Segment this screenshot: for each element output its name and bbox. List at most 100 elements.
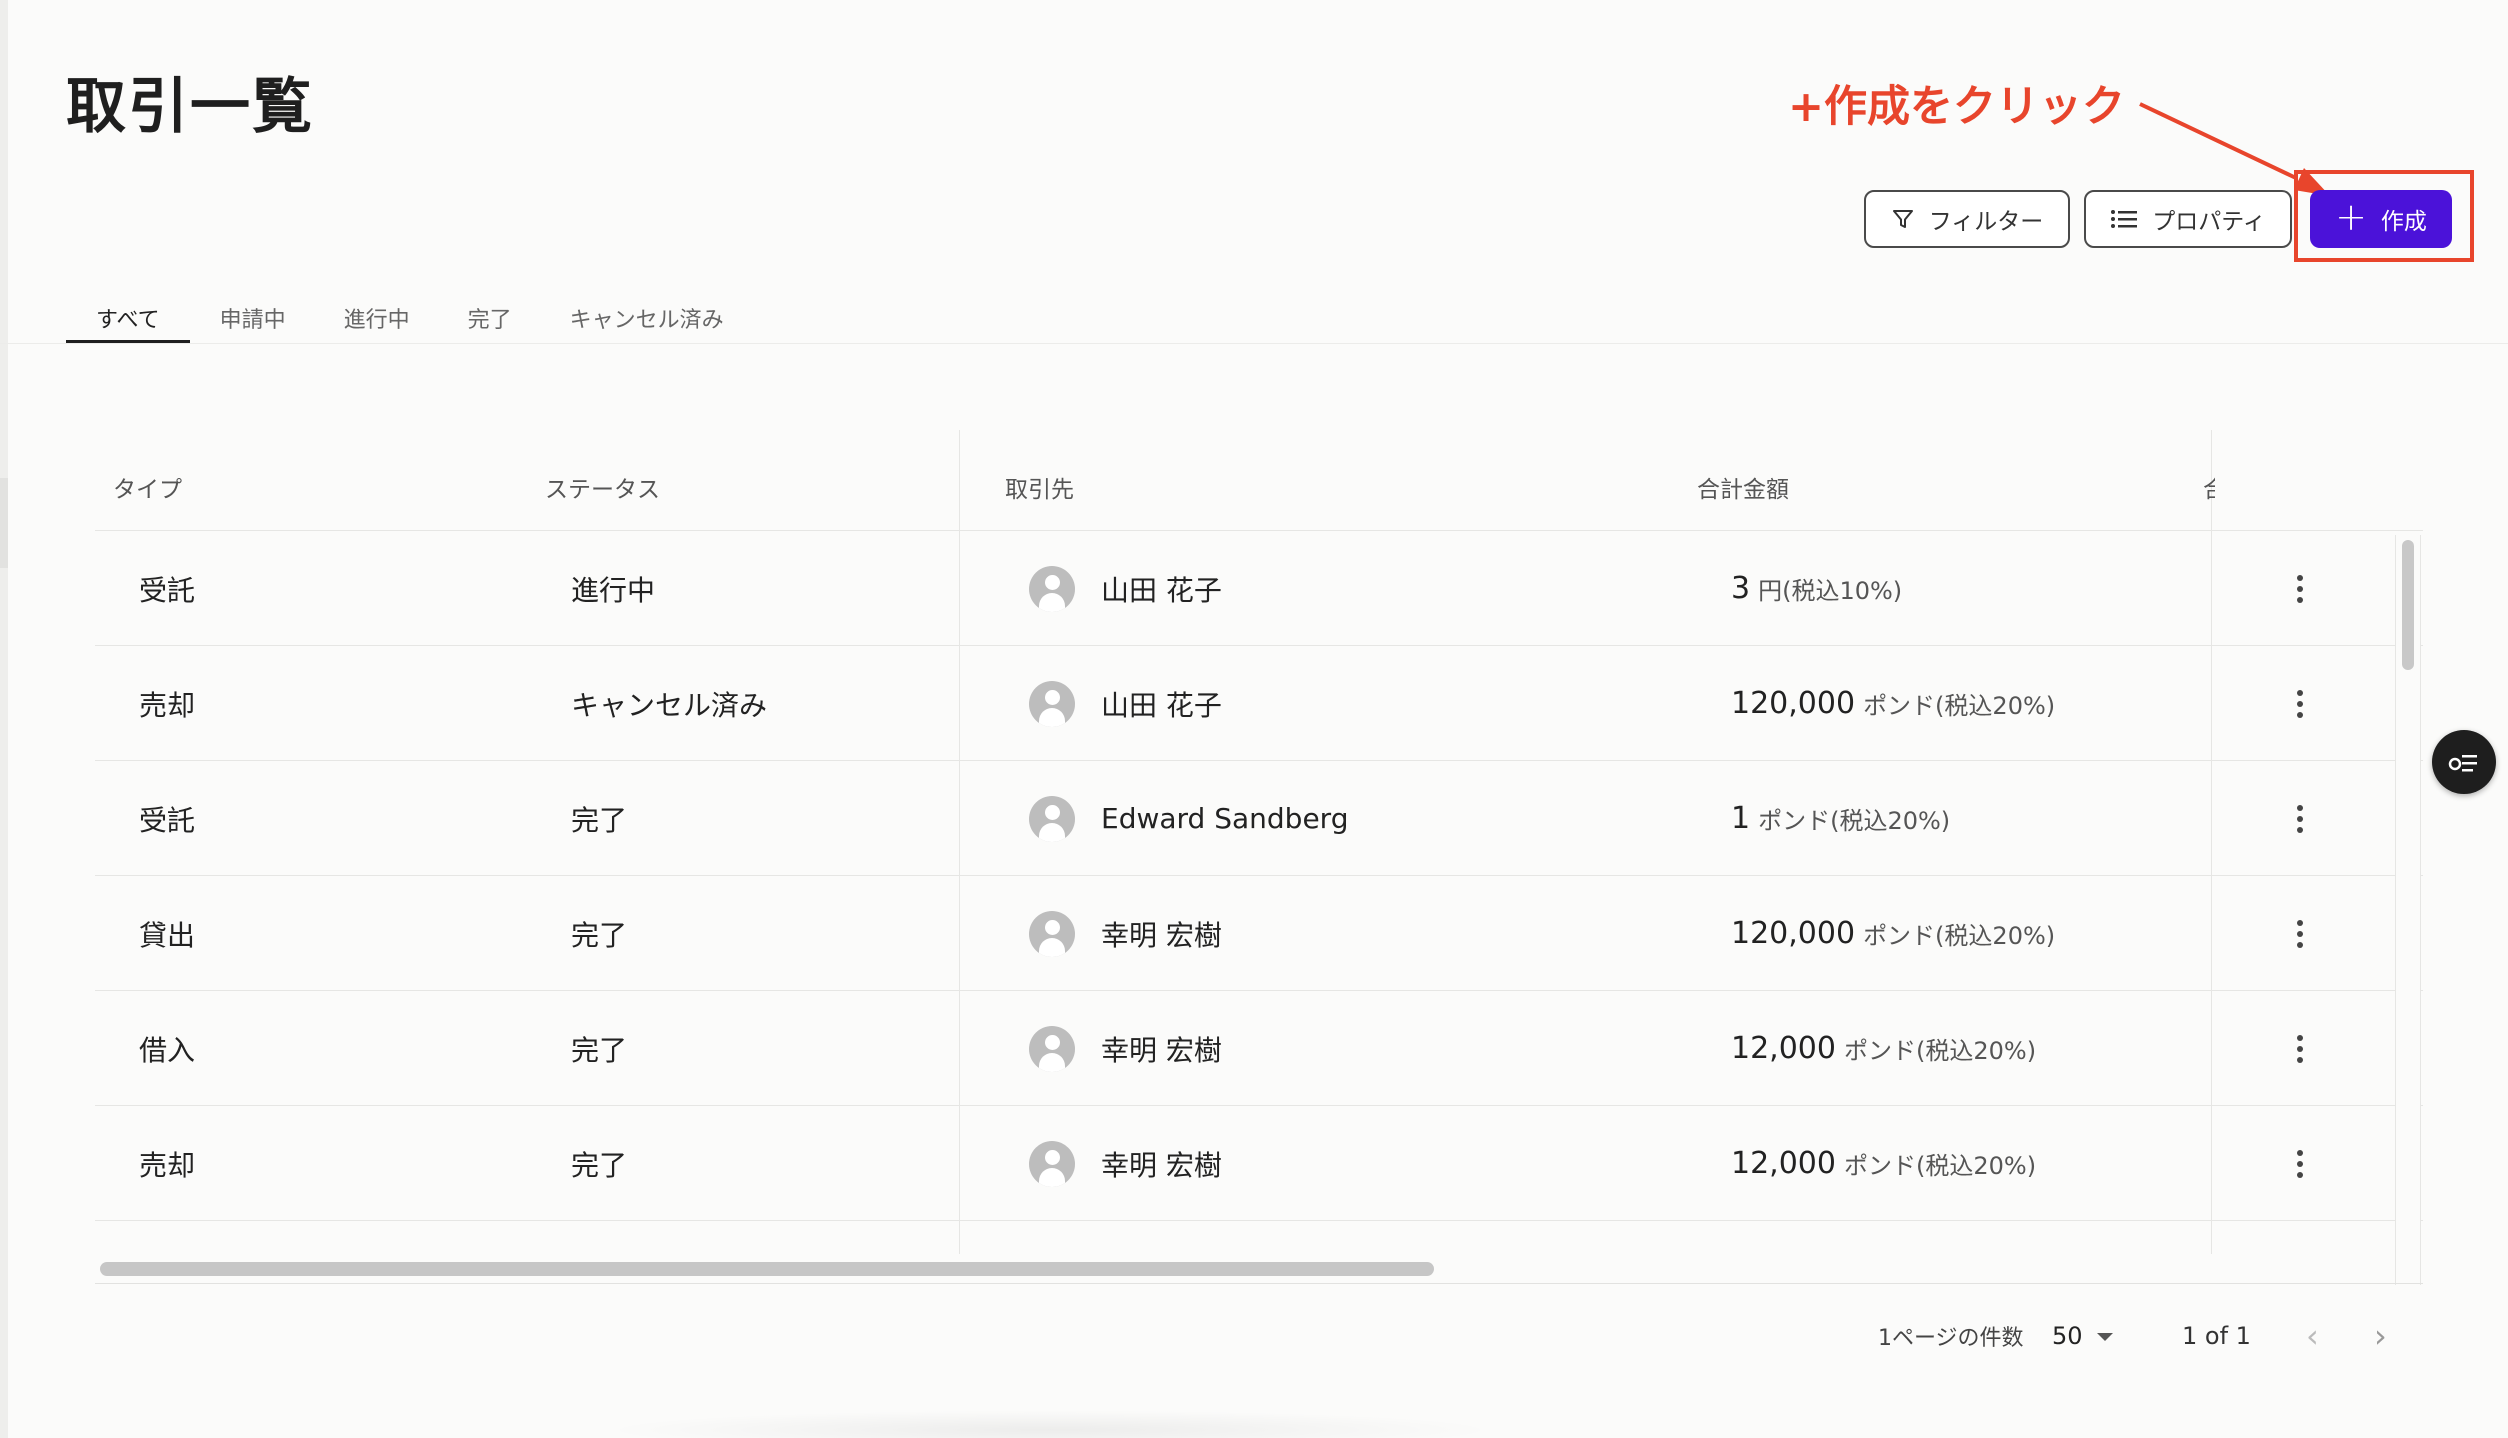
amount-value: 12,000 [1731,1146,1836,1181]
list-icon [2111,210,2138,228]
amount-value: 120,000 [1731,686,1856,721]
row-menu-button[interactable] [2285,991,2315,1106]
properties-button[interactable]: プロパティ [2084,190,2292,248]
amount-value: 120,000 [1731,916,1856,951]
left-edge [0,0,8,1438]
rows-per-page-value: 50 [2052,1322,2083,1350]
tab-pending[interactable]: 申請中 [220,298,286,344]
amount-value: 1 [1731,801,1751,836]
tab-completed[interactable]: 完了 [468,298,512,344]
amount-unit: ポンド(税込20%) [1758,807,1951,835]
row-menu-button[interactable] [2285,876,2315,991]
vertical-scrollbar-thumb[interactable] [2402,540,2414,670]
more-vert-icon [2297,1034,2303,1063]
table-bottom-border [95,1283,2423,1284]
avatar [1029,910,1075,957]
tab-cancelled[interactable]: キャンセル済み [570,298,724,344]
partner-cell: 山田 花子 [1029,646,1222,761]
tab-in-progress[interactable]: 進行中 [344,298,410,344]
rows-per-page-select[interactable]: 50 [2052,1316,2113,1356]
amount-cell: 12,000 ポンド(税込20%) [1731,1106,2036,1221]
header-partner[interactable]: 取引先 [1005,470,1074,504]
header-truncated[interactable]: 合 [2203,470,2215,504]
table-row[interactable]: 売却 キャンセル済み 山田 花子 120,000 ポンド(税込20%) [95,646,2423,761]
table-row[interactable]: 貸出 完了 幸明 宏樹 120,000 ポンド(税込20%) [95,876,2423,991]
partner-cell: 幸明 宏樹 [1029,991,1222,1106]
amount-unit: ポンド(税込20%) [1863,922,2056,950]
page-title: 取引一覧 [66,72,314,142]
page: 取引一覧 +作成をクリック フィルター プロパティ + 作成 すべて 申請中 進… [0,0,2508,1438]
properties-label: プロパティ [2152,209,2266,235]
filter-label: フィルター [1928,209,2044,235]
type-cell: 売却 [139,1148,196,1182]
partner-cell: 山田 花子 [1029,531,1222,646]
filter-icon [1892,210,1913,228]
tab-all[interactable]: すべて [66,298,190,344]
type-cell: 貸出 [139,918,196,952]
partner-name: 幸明 宏樹 [1101,1033,1222,1067]
tabs-divider [0,343,2508,344]
partner-name: Edward Sandberg [1101,802,1349,835]
transactions-table: タイプ ステータス 取引先 合計金額 合 受託 進行中 山田 花子 3 円(税込… [95,430,2423,1284]
row-menu-button[interactable] [2285,646,2315,761]
partner-cell: 幸明 宏樹 [1029,876,1222,991]
table-row[interactable]: 受託 完了 Edward Sandberg 1 ポンド(税込20%) [95,761,2423,876]
partner-name: 山田 花子 [1101,573,1222,607]
avatar [1029,565,1075,612]
more-vert-icon [2297,1149,2303,1178]
avatar [1029,1025,1075,1072]
bottom-shadow [600,1410,1500,1438]
more-vert-icon [2297,919,2303,948]
table-row[interactable]: 借入 完了 幸明 宏樹 12,000 ポンド(税込20%) [95,991,2423,1106]
annotation-text: +作成をクリック [1788,82,2126,132]
header-total-amount[interactable]: 合計金額 [1697,470,1789,504]
amount-cell: 12,000 ポンド(税込20%) [1731,991,2036,1106]
amount-cell: 1 ポンド(税込20%) [1731,761,1950,876]
left-edge-handle[interactable] [0,478,8,568]
row-menu-button[interactable] [2285,1106,2315,1221]
partner-cell: Edward Sandberg [1029,761,1348,876]
horizontal-scrollbar-thumb[interactable] [100,1262,1434,1276]
more-vert-icon [2297,804,2303,833]
partner-name: 幸明 宏樹 [1101,1148,1222,1182]
partner-name: 山田 花子 [1101,688,1222,722]
chevron-right-icon: › [2374,1317,2387,1355]
amount-cell: 120,000 ポンド(税込20%) [1731,876,2055,991]
table-row[interactable]: 売却 完了 幸明 宏樹 12,000 ポンド(税込20%) [95,1106,2423,1221]
status-cell: 進行中 [571,573,656,607]
floating-action-button[interactable] [2432,730,2496,794]
amount-unit: ポンド(税込20%) [1843,1152,2037,1180]
chevron-left-icon: ‹ [2306,1317,2319,1355]
prev-page-button[interactable]: ‹ [2306,1316,2319,1356]
partner-cell: 幸明 宏樹 [1029,1106,1222,1221]
type-cell: 借入 [139,1033,196,1067]
status-cell: 完了 [571,1033,628,1067]
amount-cell: 3 円(税込10%) [1731,531,1902,646]
filter-button[interactable]: フィルター [1864,190,2070,248]
more-vert-icon [2297,574,2303,603]
status-cell: キャンセル済み [571,688,768,722]
type-cell: 受託 [139,573,196,607]
amount-value: 12,000 [1731,1031,1836,1066]
amount-cell: 120,000 ポンド(税込20%) [1731,646,2055,761]
status-cell: 完了 [571,1148,628,1182]
header-status[interactable]: ステータス [545,470,660,504]
status-cell: 完了 [571,803,628,837]
status-tabs: すべて 申請中 進行中 完了 キャンセル済み [66,298,782,344]
row-menu-button[interactable] [2285,531,2315,646]
avatar [1029,680,1075,727]
caret-down-icon [2096,1333,2113,1341]
next-page-button[interactable]: › [2374,1316,2387,1356]
type-cell: 売却 [139,688,196,722]
header-type[interactable]: タイプ [113,470,182,504]
table-row[interactable]: 受託 進行中 山田 花子 3 円(税込10%) [95,531,2423,646]
row-menu-button[interactable] [2285,761,2315,876]
amount-unit: ポンド(税込20%) [1863,692,2056,720]
rows-per-page-label: 1ページの件数 [1878,1326,2024,1351]
avatar [1029,1140,1075,1187]
task-list-icon [2448,755,2477,772]
more-vert-icon [2297,689,2303,718]
amount-unit: 円(税込10%) [1758,577,1903,605]
amount-value: 3 [1731,571,1751,606]
page-range: 1 of 1 [2182,1322,2251,1350]
